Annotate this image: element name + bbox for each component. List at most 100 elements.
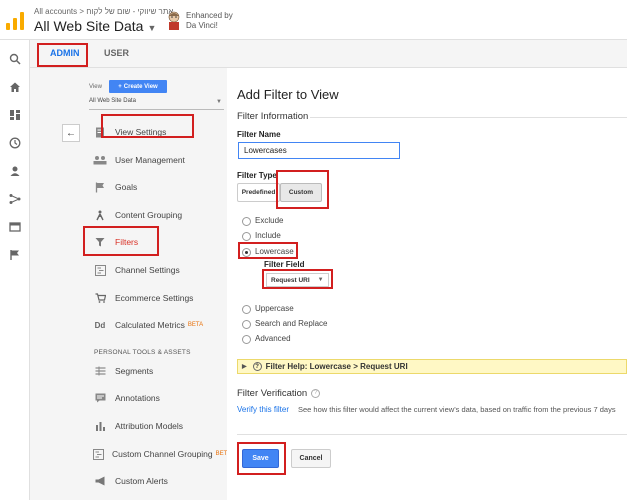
flag-icon[interactable]: [6, 246, 24, 264]
verify-filter-link[interactable]: Verify this filter: [237, 405, 289, 414]
nav-attribution-models[interactable]: Attribution Models: [93, 415, 227, 437]
search-icon[interactable]: [6, 50, 24, 68]
filter-help-text: Filter Help: Lowercase > Request URI: [265, 362, 408, 371]
filter-type-label: Filter Type: [237, 171, 277, 180]
property-title: All Web Site Data: [34, 18, 144, 34]
da-vinci-avatar-icon: [168, 11, 180, 30]
nav-filters[interactable]: Filters: [93, 231, 227, 253]
expand-triangle-icon: ▶: [242, 364, 247, 370]
filter-help-bar[interactable]: ▶ ? Filter Help: Lowercase > Request URI: [237, 359, 627, 374]
radio-search-replace-label: Search and Replace: [255, 319, 328, 328]
create-view-label: Create View: [123, 83, 158, 90]
view-label: View: [89, 84, 102, 90]
nav-label: Filters: [115, 237, 139, 247]
users-icon: [93, 154, 107, 166]
analytics-logo-icon[interactable]: [6, 12, 24, 30]
left-rail: [0, 40, 30, 500]
acquisition-icon[interactable]: [6, 190, 24, 208]
radio-lowercase-label: Lowercase: [255, 247, 294, 256]
segments-icon: [93, 365, 107, 377]
cancel-button[interactable]: Cancel: [291, 449, 331, 468]
section-divider: [310, 117, 627, 118]
nav-label: Goals: [115, 182, 138, 192]
document-icon: [93, 126, 107, 138]
radio-advanced[interactable]: [242, 335, 251, 344]
nav-goals[interactable]: Goals: [93, 176, 227, 198]
create-view-button[interactable]: + Create View: [109, 80, 167, 93]
funnel-icon: [93, 236, 107, 248]
nav-custom-channel-grouping[interactable]: Custom Channel Grouping BETA: [93, 443, 231, 465]
tab-user[interactable]: USER: [104, 48, 129, 58]
radio-include-label: Include: [255, 231, 281, 240]
enhanced-line-1: Enhanced by: [186, 11, 233, 20]
bar-chart-icon: [93, 420, 107, 432]
dropdown-arrow-icon: ▼: [216, 99, 222, 105]
dropdown-arrow-icon: ▼: [317, 277, 324, 283]
nav-label: Segments: [115, 366, 154, 376]
person-walk-icon: [93, 209, 107, 221]
form-divider: [237, 434, 627, 435]
nav-view-settings[interactable]: View Settings: [93, 121, 227, 143]
radio-advanced-label: Advanced: [255, 334, 291, 343]
filter-information-header: Filter Information: [237, 111, 309, 122]
filter-field-value: Request URI: [271, 276, 310, 284]
home-icon[interactable]: [6, 78, 24, 96]
filter-name-input[interactable]: [238, 142, 400, 159]
flag-icon: [93, 181, 107, 193]
tab-admin[interactable]: ADMIN: [50, 48, 80, 58]
cart-icon: [93, 292, 107, 304]
nav-calculated-metrics[interactable]: Dd Calculated Metrics BETA: [93, 314, 227, 336]
clock-icon[interactable]: [6, 134, 24, 152]
help-icon[interactable]: ?: [311, 388, 321, 398]
predefined-button[interactable]: Predefined: [237, 183, 280, 202]
nav-ecommerce-settings[interactable]: Ecommerce Settings: [93, 287, 227, 309]
radio-exclude[interactable]: [242, 217, 251, 226]
person-icon[interactable]: [6, 162, 24, 180]
custom-button[interactable]: Custom: [280, 183, 322, 202]
chevron-down-icon: ▼: [147, 23, 157, 33]
nav-label: Calculated Metrics: [115, 320, 185, 330]
radio-include[interactable]: [242, 232, 251, 241]
save-button[interactable]: Save: [242, 449, 279, 468]
view-select[interactable]: All Web Site Data ▼: [89, 98, 224, 110]
nav-annotations[interactable]: Annotations: [93, 387, 227, 409]
property-selector[interactable]: All Web Site Data ▼: [34, 18, 156, 34]
nav-segments[interactable]: Segments: [93, 360, 227, 382]
back-arrow-icon[interactable]: ←: [62, 124, 80, 142]
breadcrumb[interactable]: All accounts > אתר שיווקי - שום של לקוח: [34, 7, 173, 16]
radio-search-replace[interactable]: [242, 320, 251, 329]
channel-icon: [93, 264, 107, 276]
nav-custom-alerts[interactable]: Custom Alerts: [93, 470, 227, 492]
filter-field-label: Filter Field: [264, 260, 305, 269]
verify-description: See how this filter would affect the cur…: [298, 405, 616, 414]
enhanced-line-2: Da Vinci!: [186, 21, 218, 30]
nav-channel-settings[interactable]: Channel Settings: [93, 259, 227, 281]
nav-label: Attribution Models: [115, 421, 184, 431]
channel-icon: [93, 448, 104, 460]
radio-uppercase[interactable]: [242, 305, 251, 314]
radio-exclude-label: Exclude: [255, 216, 284, 225]
nav-content-grouping[interactable]: Content Grouping: [93, 204, 227, 226]
help-icon: ?: [252, 362, 262, 371]
admin-tab-bar: ADMIN USER: [30, 40, 627, 68]
dd-icon: Dd: [94, 320, 106, 330]
filter-field-select[interactable]: Request URI ▼: [266, 273, 329, 287]
view-select-value: All Web Site Data: [89, 98, 136, 104]
nav-label: User Management: [115, 155, 185, 165]
nav-label: Custom Alerts: [115, 476, 168, 486]
annotation-icon: [93, 392, 107, 404]
nav-label: View Settings: [115, 127, 167, 137]
nav-label: Channel Settings: [115, 265, 180, 275]
page-title: Add Filter to View: [237, 87, 339, 102]
nav-label: Content Grouping: [115, 210, 183, 220]
plus-icon: +: [118, 83, 122, 90]
nav-label: Ecommerce Settings: [115, 293, 194, 303]
nav-label: Annotations: [115, 393, 160, 403]
dashboard-icon[interactable]: [6, 106, 24, 124]
personal-tools-header: PERSONAL TOOLS & ASSETS: [94, 349, 191, 356]
radio-uppercase-label: Uppercase: [255, 304, 294, 313]
radio-lowercase[interactable]: [242, 248, 251, 257]
behavior-icon[interactable]: [6, 218, 24, 236]
nav-user-management[interactable]: User Management: [93, 149, 227, 171]
filter-verification-title: Filter Verification: [237, 388, 308, 399]
